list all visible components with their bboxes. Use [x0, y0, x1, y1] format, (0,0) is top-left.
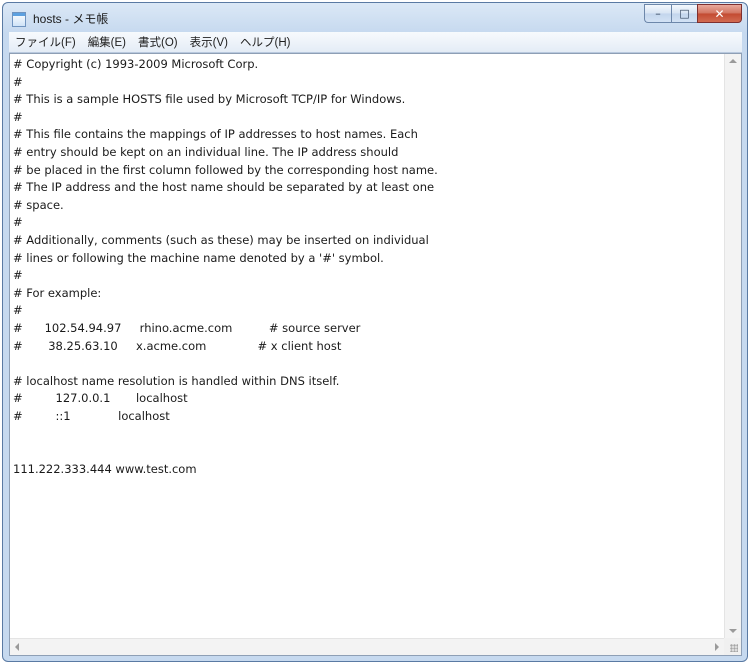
text-line: 111.222.333.444 www.test.com	[13, 461, 197, 476]
text-line: # 102.54.94.97 rhino.acme.com # source s…	[13, 320, 361, 335]
caption-buttons: – □ ✕	[644, 4, 742, 23]
text-line: # This is a sample HOSTS file used by Mi…	[13, 92, 406, 107]
text-line: #	[13, 109, 23, 124]
text-line: # lines or following the machine name de…	[13, 250, 384, 265]
menu-file[interactable]: ファイル(F)	[9, 34, 82, 50]
text-line: # The IP address and the host name shoul…	[13, 180, 435, 195]
menu-view[interactable]: 表示(V)	[184, 34, 234, 50]
document-text[interactable]: # Copyright (c) 1993-2009 Microsoft Corp…	[13, 56, 721, 636]
text-line	[13, 443, 721, 461]
text-line	[13, 355, 721, 373]
text-line: # Copyright (c) 1993-2009 Microsoft Corp…	[13, 57, 259, 71]
resize-grip-icon[interactable]	[724, 638, 741, 655]
text-line: # For example:	[13, 285, 102, 300]
title-bar[interactable]: hosts - メモ帳 – □ ✕	[3, 3, 747, 33]
menu-help[interactable]: ヘルプ(H)	[234, 34, 296, 50]
menu-format[interactable]: 書式(O)	[132, 34, 184, 50]
close-button[interactable]: ✕	[697, 4, 742, 23]
text-line: #	[13, 303, 23, 318]
maximize-button[interactable]: □	[671, 4, 697, 23]
text-line: # This file contains the mappings of IP …	[13, 127, 418, 142]
text-line	[13, 425, 721, 443]
text-line: # 127.0.0.1 localhost	[13, 391, 188, 406]
close-icon: ✕	[714, 6, 725, 21]
horizontal-scrollbar[interactable]	[10, 638, 724, 655]
scroll-right-icon[interactable]	[715, 643, 719, 651]
scroll-left-icon[interactable]	[15, 643, 19, 651]
menu-edit[interactable]: 編集(E)	[82, 34, 132, 50]
text-line: # ::1 localhost	[13, 408, 170, 423]
text-line: # space.	[13, 197, 64, 212]
menu-bar: ファイル(F) 編集(E) 書式(O) 表示(V) ヘルプ(H)	[9, 32, 742, 53]
notepad-window: hosts - メモ帳 – □ ✕ ファイル(F) 編集(E) 書式(O) 表示…	[2, 2, 748, 662]
text-line: # entry should be kept on an individual …	[13, 144, 399, 159]
minimize-button[interactable]: –	[644, 4, 671, 23]
text-line: # localhost name resolution is handled w…	[13, 373, 340, 388]
scroll-up-icon[interactable]	[729, 59, 737, 63]
window-title: hosts - メモ帳	[33, 12, 109, 26]
text-editor[interactable]: # Copyright (c) 1993-2009 Microsoft Corp…	[9, 53, 742, 656]
text-line: #	[13, 268, 23, 283]
text-line: #	[13, 74, 23, 89]
vertical-scrollbar[interactable]	[724, 54, 741, 638]
maximize-icon: □	[679, 7, 690, 20]
text-line: #	[13, 215, 23, 230]
minimize-icon: –	[655, 7, 661, 20]
text-line: # be placed in the first column followed…	[13, 162, 438, 177]
scroll-down-icon[interactable]	[729, 629, 737, 633]
text-line: # 38.25.63.10 x.acme.com # x client host	[13, 338, 342, 353]
notepad-icon[interactable]	[12, 12, 26, 27]
text-line: # Additionally, comments (such as these)…	[13, 232, 429, 247]
